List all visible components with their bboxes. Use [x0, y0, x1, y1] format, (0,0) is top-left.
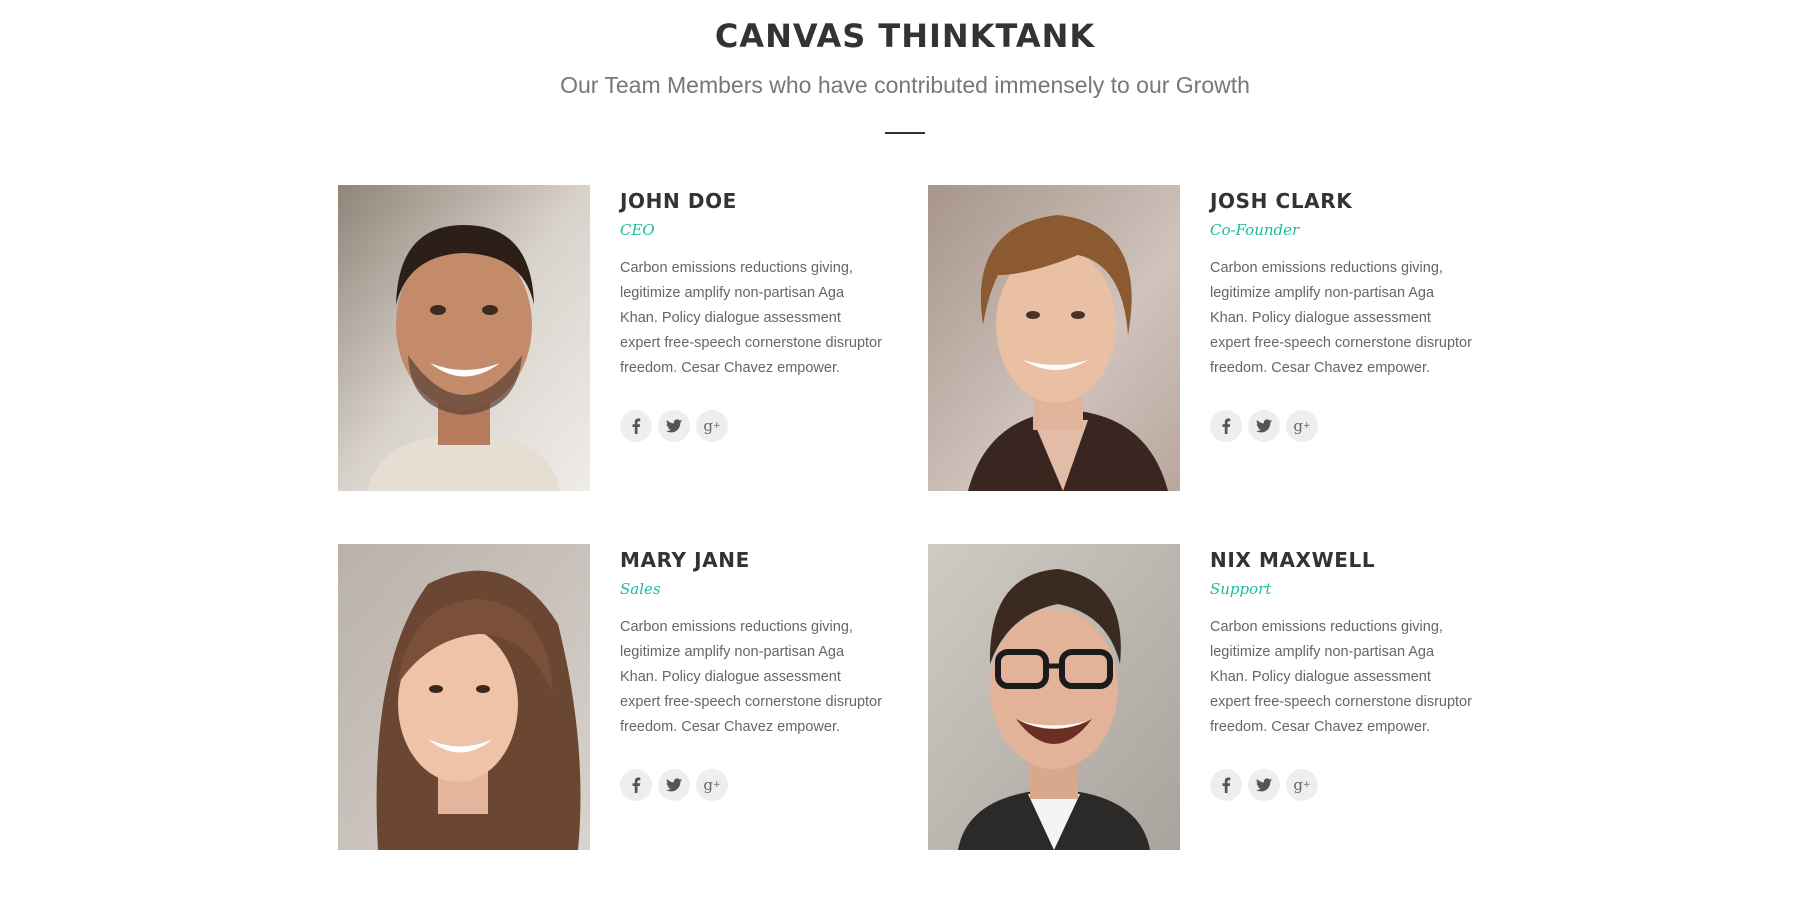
facebook-icon[interactable] — [620, 410, 652, 442]
member-role: CEO — [620, 221, 655, 239]
member-name: JOSH CLARK — [1210, 189, 1353, 213]
member-photo — [338, 185, 590, 491]
google-plus-icon[interactable]: g + — [696, 769, 728, 801]
facebook-icon[interactable] — [620, 769, 652, 801]
title-divider — [885, 132, 925, 134]
social-links: g + — [620, 410, 728, 442]
member-photo — [928, 185, 1180, 491]
member-name: NIX MAXWELL — [1210, 548, 1376, 572]
member-name: MARY JANE — [620, 548, 750, 572]
google-plus-icon[interactable]: g + — [1286, 769, 1318, 801]
facebook-icon[interactable] — [1210, 410, 1242, 442]
google-plus-icon[interactable]: g + — [1286, 410, 1318, 442]
member-photo — [928, 544, 1180, 850]
twitter-icon[interactable] — [658, 769, 690, 801]
member-bio: Carbon emissions reductions giving, legi… — [620, 260, 882, 376]
social-links: g + — [1210, 410, 1318, 442]
member-role: Support — [1210, 580, 1272, 598]
member-role: Sales — [620, 580, 661, 598]
team-member-card: JOHN DOE CEO Carbon emissions reductions… — [338, 185, 898, 495]
member-bio: Carbon emissions reductions giving, legi… — [1210, 260, 1472, 376]
team-member-card: NIX MAXWELL Support Carbon emissions red… — [928, 544, 1488, 854]
member-photo — [338, 544, 590, 850]
section-subtitle: Our Team Members who have contributed im… — [560, 72, 1250, 98]
member-bio: Carbon emissions reductions giving, legi… — [1210, 619, 1472, 735]
twitter-icon[interactable] — [1248, 769, 1280, 801]
twitter-icon[interactable] — [658, 410, 690, 442]
social-links: g + — [1210, 769, 1318, 801]
member-role: Co-Founder — [1210, 221, 1300, 239]
google-plus-icon[interactable]: g + — [696, 410, 728, 442]
team-member-card: JOSH CLARK Co-Founder Carbon emissions r… — [928, 185, 1488, 495]
twitter-icon[interactable] — [1248, 410, 1280, 442]
member-bio: Carbon emissions reductions giving, legi… — [620, 619, 882, 735]
social-links: g + — [620, 769, 728, 801]
team-member-card: MARY JANE Sales Carbon emissions reducti… — [338, 544, 898, 854]
member-name: JOHN DOE — [620, 189, 737, 213]
facebook-icon[interactable] — [1210, 769, 1242, 801]
section-title: CANVAS THINKTANK — [714, 17, 1096, 55]
